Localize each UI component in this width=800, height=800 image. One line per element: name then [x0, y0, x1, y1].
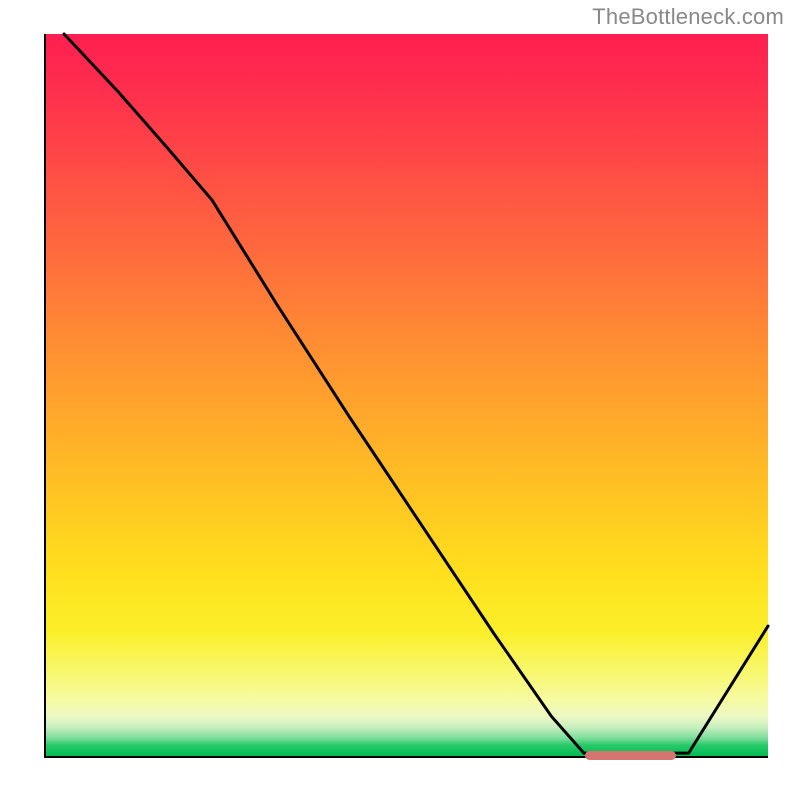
plot-area: [44, 34, 768, 758]
watermark-text: TheBottleneck.com: [592, 4, 784, 30]
highlight-marker: [585, 751, 676, 760]
curve-svg: [46, 34, 768, 756]
chart-container: TheBottleneck.com: [0, 0, 800, 800]
curve-path: [64, 34, 768, 753]
